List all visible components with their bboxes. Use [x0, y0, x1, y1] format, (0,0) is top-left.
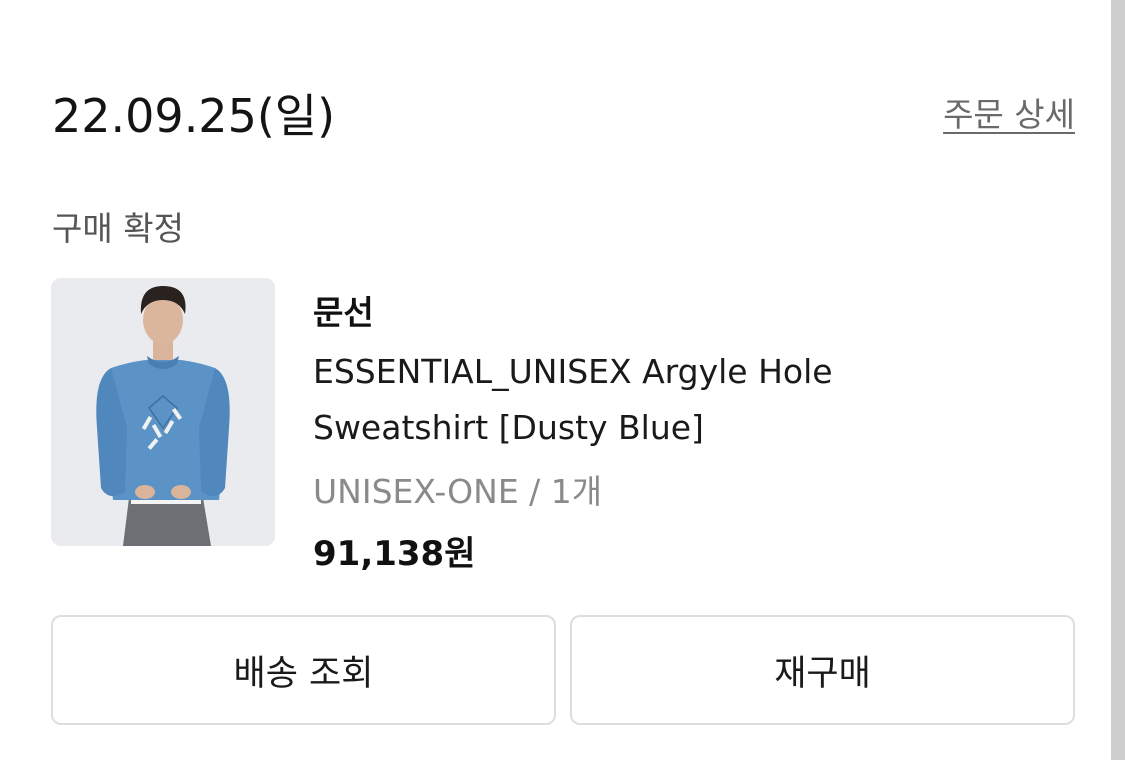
order-status: 구매 확정: [52, 209, 184, 248]
product-image[interactable]: [51, 278, 275, 546]
order-date: 22.09.25(일): [52, 89, 336, 143]
product-price: 91,138원: [313, 534, 476, 574]
rebuy-label: 재구매: [774, 653, 871, 694]
rebuy-button[interactable]: 재구매: [570, 615, 1075, 725]
product-name[interactable]: ESSENTIAL_UNISEX Argyle Hole Sweatshirt …: [313, 344, 953, 456]
brand-name: 문선: [313, 293, 374, 332]
product-photo-icon: [51, 278, 275, 546]
scrollbar[interactable]: [1111, 0, 1125, 760]
track-delivery-label: 배송 조회: [233, 653, 374, 694]
track-delivery-button[interactable]: 배송 조회: [51, 615, 556, 725]
order-item-card: 22.09.25(일) 주문 상세 구매 확정 문선 ESSENTIAL_UNI…: [0, 0, 1125, 760]
product-option: UNISEX-ONE / 1개: [313, 472, 603, 511]
order-detail-link[interactable]: 주문 상세: [943, 88, 1075, 136]
